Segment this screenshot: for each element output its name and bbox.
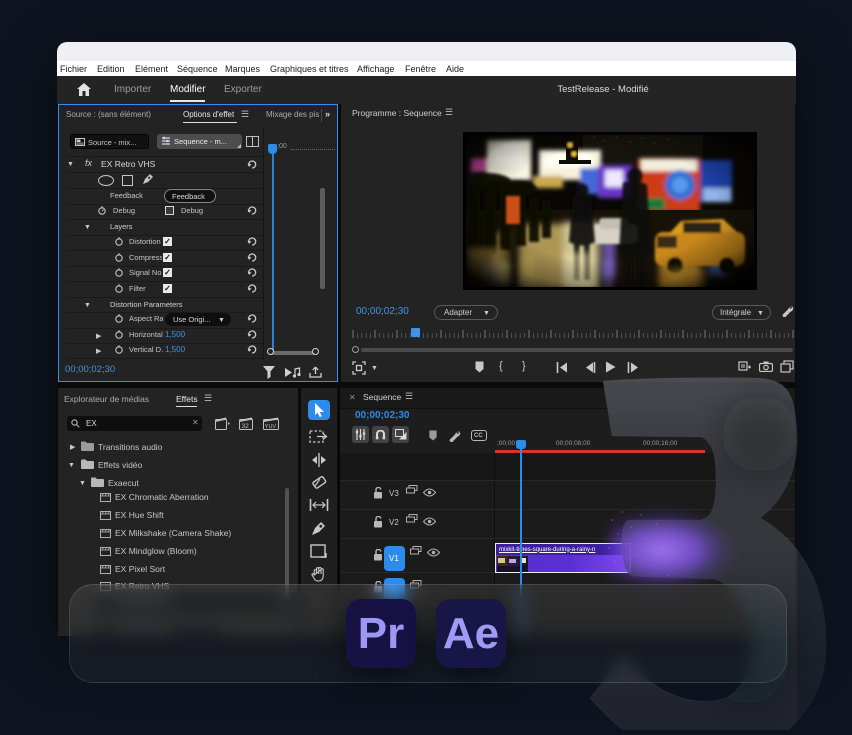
svg-text:32: 32 <box>242 423 250 430</box>
svg-text:YUV: YUV <box>265 424 277 430</box>
